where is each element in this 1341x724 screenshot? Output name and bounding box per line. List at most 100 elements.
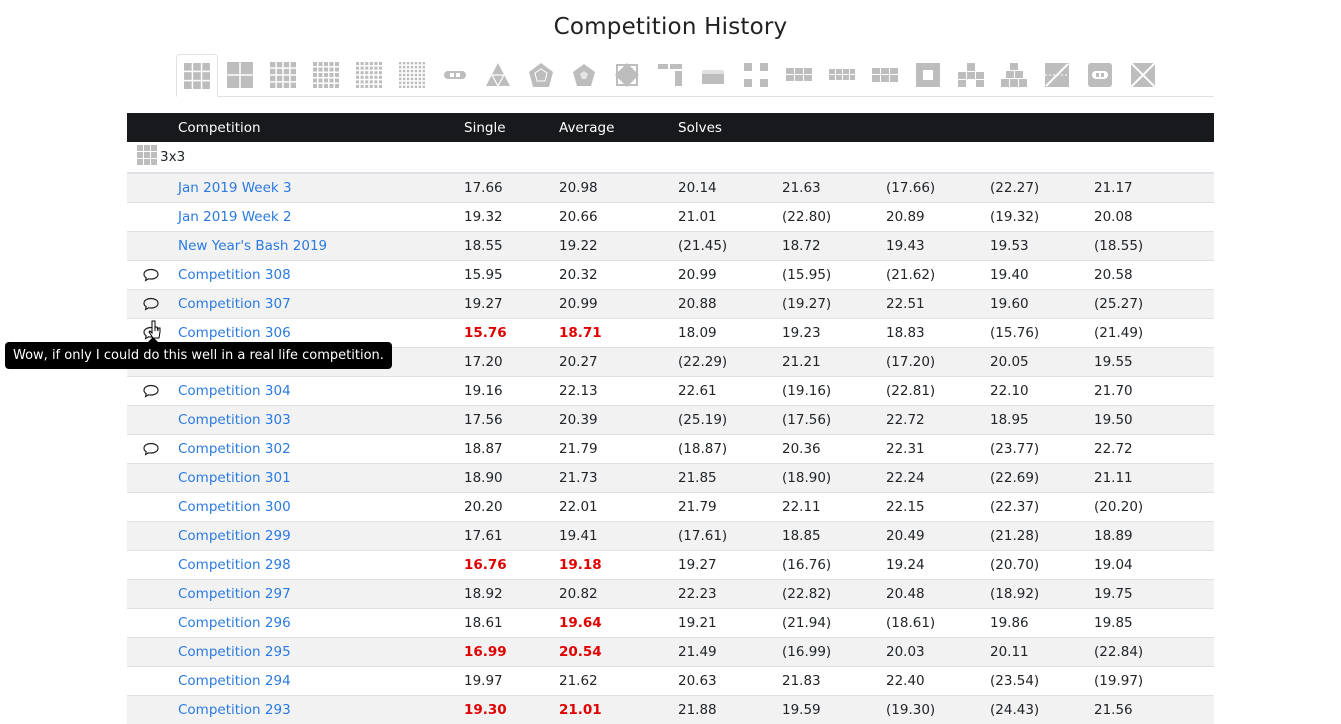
tab-4x4-cuboid[interactable] <box>821 54 863 96</box>
solve-time: 22.10 <box>984 377 1088 406</box>
solve-time: 21.56 <box>1088 696 1214 724</box>
comment-icon[interactable] <box>133 442 172 456</box>
competition-link[interactable]: Competition 295 <box>178 644 291 660</box>
competition-link[interactable]: Competition 304 <box>178 383 291 399</box>
table-row: Jan 2019 Week 219.3220.6621.01(22.80)20.… <box>127 203 1214 232</box>
solve-time: (19.27) <box>776 290 880 319</box>
redi-icon <box>1130 62 1156 88</box>
comment-icon[interactable] <box>133 268 172 282</box>
tab-kilominx[interactable] <box>563 54 605 96</box>
tab-3x3-mirror[interactable] <box>778 54 820 96</box>
6x6-icon <box>356 62 382 88</box>
tab-3x3-oh[interactable] <box>1036 54 1078 96</box>
solve-time: (20.20) <box>1088 493 1214 522</box>
square-1-icon <box>657 62 683 88</box>
solve-time: (22.82) <box>776 580 880 609</box>
competition-link[interactable]: Competition 302 <box>178 441 291 457</box>
4x4-cuboid-icon <box>829 62 855 88</box>
table-row: Competition 30815.9520.3220.99(15.95)(21… <box>127 261 1214 290</box>
tab-blindfolded[interactable] <box>434 54 476 96</box>
solve-time: 18.85 <box>776 522 880 551</box>
tab-7x7[interactable] <box>391 54 433 96</box>
tab-clock[interactable] <box>692 54 734 96</box>
single-time: 17.56 <box>458 406 553 435</box>
solve-time: (16.76) <box>776 551 880 580</box>
competition-link[interactable]: Competition 294 <box>178 673 291 689</box>
solve-time: 19.85 <box>1088 609 1214 638</box>
single-time: 19.30 <box>458 696 553 724</box>
solve-time: 21.01 <box>672 203 776 232</box>
solve-time: (23.77) <box>984 435 1088 464</box>
solve-time: 20.49 <box>880 522 984 551</box>
solve-time: (18.87) <box>672 435 776 464</box>
competition-link[interactable]: Competition 296 <box>178 615 291 631</box>
table-row: Competition 29419.9721.6220.6321.8322.40… <box>127 667 1214 696</box>
tab-mirror-blocks[interactable] <box>993 54 1035 96</box>
3x3-oh-icon <box>1044 62 1070 88</box>
solve-time: (15.76) <box>984 319 1088 348</box>
table-row: Competition 30020.2022.0121.7922.1122.15… <box>127 493 1214 522</box>
skewb-icon <box>614 62 640 88</box>
tab-ivy[interactable] <box>735 54 777 96</box>
tab-megaminx[interactable] <box>520 54 562 96</box>
average-time: 20.54 <box>553 638 672 667</box>
solve-time: 21.88 <box>672 696 776 724</box>
tab-5x5[interactable] <box>305 54 347 96</box>
solve-time: 22.23 <box>672 580 776 609</box>
tab-fmc[interactable] <box>1079 54 1121 96</box>
competition-link[interactable]: Competition 303 <box>178 412 291 428</box>
solve-time: 19.53 <box>984 232 1088 261</box>
competition-link[interactable]: Jan 2019 Week 3 <box>178 180 292 196</box>
table-row: Competition 29816.7619.1819.27(16.76)19.… <box>127 551 1214 580</box>
tab-pyraminx[interactable] <box>477 54 519 96</box>
comment-icon[interactable] <box>133 384 172 398</box>
solve-time: 19.75 <box>1088 580 1214 609</box>
competition-link[interactable]: Competition 308 <box>178 267 291 283</box>
solve-time: (19.32) <box>984 203 1088 232</box>
comment-icon[interactable] <box>133 297 172 311</box>
solve-time: 20.05 <box>984 348 1088 377</box>
solve-time: (22.69) <box>984 464 1088 493</box>
average-time: 21.79 <box>553 435 672 464</box>
blindfolded-icon <box>442 62 468 88</box>
single-time: 19.32 <box>458 203 553 232</box>
competition-link[interactable]: Competition 297 <box>178 586 291 602</box>
single-time: 15.76 <box>458 319 553 348</box>
mouse-cursor-icon <box>148 320 162 340</box>
solve-time: (22.81) <box>880 377 984 406</box>
tab-redi[interactable] <box>1122 54 1164 96</box>
competition-link[interactable]: Jan 2019 Week 2 <box>178 209 292 225</box>
competition-link[interactable]: Competition 299 <box>178 528 291 544</box>
tab-void-cube[interactable] <box>907 54 949 96</box>
solve-time: 20.11 <box>984 638 1088 667</box>
average-time: 20.66 <box>553 203 672 232</box>
tab-2x2[interactable] <box>219 54 261 96</box>
solve-time: 20.88 <box>672 290 776 319</box>
tab-square-1[interactable] <box>649 54 691 96</box>
3x3-icon <box>137 145 157 169</box>
solve-time: 21.63 <box>776 173 880 203</box>
competition-link[interactable]: Competition 307 <box>178 296 291 312</box>
tab-3x3[interactable] <box>176 54 218 97</box>
tab-6x6[interactable] <box>348 54 390 96</box>
competition-link[interactable]: New Year's Bash 2019 <box>178 238 327 254</box>
solve-time: 21.49 <box>672 638 776 667</box>
competition-link[interactable]: Competition 293 <box>178 702 291 718</box>
competition-link[interactable]: Competition 298 <box>178 557 291 573</box>
solve-time: 22.24 <box>880 464 984 493</box>
void-cube-icon <box>915 62 941 88</box>
solve-time: 18.89 <box>1088 522 1214 551</box>
tab-4x4[interactable] <box>262 54 304 96</box>
competition-link[interactable]: Competition 300 <box>178 499 291 515</box>
solve-time: (19.16) <box>776 377 880 406</box>
competition-link[interactable]: Competition 301 <box>178 470 291 486</box>
tab-tower[interactable] <box>950 54 992 96</box>
solve-time: (17.56) <box>776 406 880 435</box>
solve-time: (21.45) <box>672 232 776 261</box>
tab-2x3x4[interactable] <box>864 54 906 96</box>
solve-time: 19.55 <box>1088 348 1214 377</box>
competition-link[interactable]: Competition 306 <box>178 325 291 341</box>
table-row: Competition 29516.9920.5421.49(16.99)20.… <box>127 638 1214 667</box>
tab-skewb[interactable] <box>606 54 648 96</box>
single-time: 16.99 <box>458 638 553 667</box>
